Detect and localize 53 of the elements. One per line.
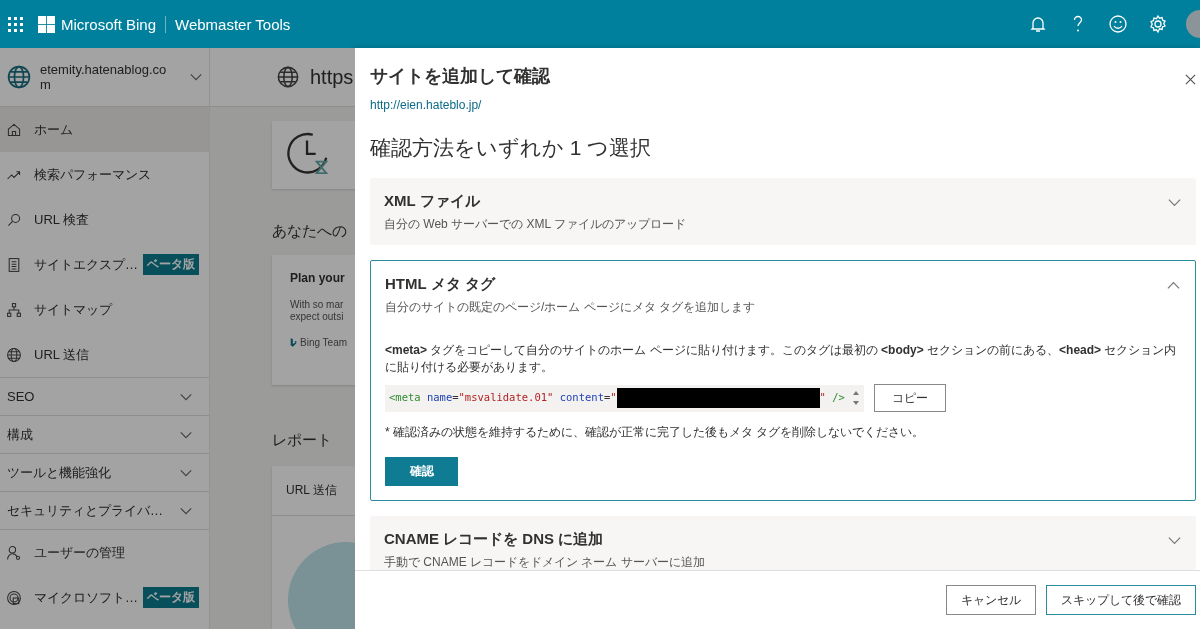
method-title: HTML メタ タグ <box>385 275 497 294</box>
beta-badge: ベータ版 <box>143 254 199 275</box>
close-icon[interactable] <box>1185 73 1196 85</box>
method-description: 自分の Web サーバーでの XML ファイルのアップロード <box>384 216 687 233</box>
settings-icon[interactable] <box>1148 14 1168 34</box>
nav-item[interactable]: URL 送信 <box>0 332 209 377</box>
sitemap-icon <box>6 301 22 318</box>
nav-group[interactable]: 構成 <box>0 415 209 453</box>
nav-item[interactable]: マイクロソフト… ベータ版 <box>0 575 209 620</box>
site-url: https: <box>310 65 355 89</box>
tip-text: With so mar expect outsi <box>290 299 345 323</box>
method-description: 手動で CNAME レコードをドメイン ネーム サーバーに追加 <box>384 554 705 570</box>
nav-item[interactable]: 検索パフォーマンス <box>0 152 209 197</box>
skip-button[interactable]: スキップして後で確認 <box>1046 585 1196 615</box>
product-name: Webmaster Tools <box>174 15 291 33</box>
site-link[interactable]: http://eien.hateblo.jp/ <box>370 98 1196 112</box>
beta-badge: ベータ版 <box>143 587 199 608</box>
windows-logo-icon <box>38 15 55 33</box>
document-icon <box>6 256 22 273</box>
nav-group[interactable]: ツールと機能強化 <box>0 453 209 491</box>
section-heading: 確認方法をいずれか 1 つ選択 <box>370 135 653 161</box>
code-field[interactable]: <meta name="msvalidate.01" content=" " /> <box>385 384 864 412</box>
section-heading: レポート <box>272 431 333 450</box>
method-description: 自分のサイトの既定のページ/ホーム ページにメタ タグを追加します <box>385 299 755 316</box>
globe-icon <box>6 64 32 90</box>
nav-item[interactable]: ホーム <box>0 107 209 152</box>
search-icon <box>6 211 22 228</box>
nav-item[interactable]: URL 検査 <box>0 197 209 242</box>
bell-icon[interactable] <box>1028 14 1048 34</box>
dialog-title: サイトを追加して確認 <box>370 65 550 88</box>
nav-item[interactable]: サイトエクスプ… ベータ版 <box>0 242 209 287</box>
nav-group[interactable]: SEO <box>0 377 209 415</box>
globe-icon <box>276 65 300 89</box>
section-heading: あなたへの <box>272 222 348 241</box>
nav-item[interactable]: サイトマップ <box>0 287 209 332</box>
user-icon <box>6 544 22 561</box>
cancel-button[interactable]: キャンセル <box>946 585 1036 615</box>
copy-button[interactable]: コピー <box>874 384 946 412</box>
nav-item[interactable]: ユーザーの管理 <box>0 529 209 575</box>
smiley-icon[interactable] <box>1108 14 1128 34</box>
method-title: CNAME レコードを DNS に追加 <box>384 530 605 549</box>
app-launcher-icon[interactable] <box>7 16 23 32</box>
method-title: XML ファイル <box>384 192 481 211</box>
tip-title: Plan your <box>290 271 346 285</box>
bing-logo-icon <box>290 338 297 347</box>
nav-group[interactable]: セキュリティとプライバ… <box>0 491 209 529</box>
home-icon <box>6 121 22 138</box>
brand-name: Microsoft Bing <box>61 15 167 33</box>
confirm-button[interactable]: 確認 <box>385 457 458 486</box>
note-text: * 確認済みの状態を維持するために、確認が正常に完了した後もメタ タグを削除しないでください。 <box>385 424 926 441</box>
instructions-text: <meta> タグをコピーして自分のサイトのホーム ページに貼り付けます。このタグは最初の <body> セクションの前にある、<head> セクション内に貼り付ける必要があります。 <box>385 342 1178 376</box>
source-name: Bing Team <box>300 337 348 348</box>
globe-icon <box>6 346 22 363</box>
